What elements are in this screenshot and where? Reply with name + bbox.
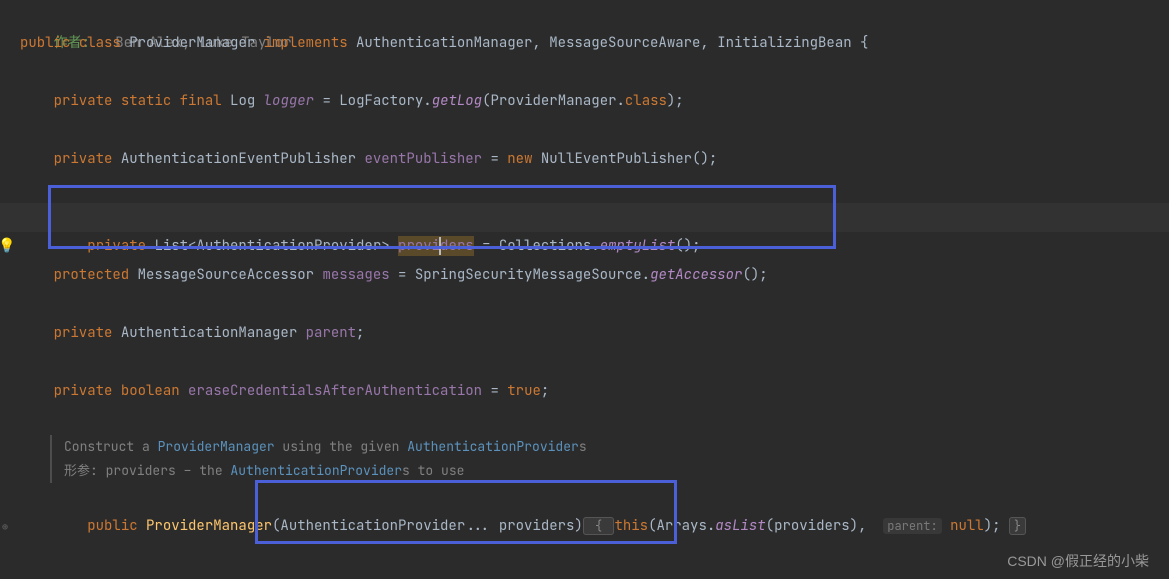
blank-line [0, 232, 1169, 261]
event-publisher-field: private AuthenticationEventPublisher eve… [0, 145, 1169, 174]
doc-line-1: Construct a ProviderManager using the gi… [64, 435, 1169, 459]
watermark: CSDN @假正经的小柴 [1007, 551, 1149, 571]
blank-line [0, 348, 1169, 377]
parent-field: private AuthenticationManager parent; [0, 319, 1169, 348]
blank-line [0, 174, 1169, 203]
fold-brace-open[interactable]: { [583, 517, 615, 535]
blank-line [0, 116, 1169, 145]
doc-line-2: 形参: providers – the AuthenticationProvid… [64, 459, 1169, 483]
class-declaration: public class ProviderManager implements … [0, 29, 1169, 58]
logger-field: private static final Log logger = LogFac… [0, 87, 1169, 116]
fold-brace-close[interactable]: } [1009, 517, 1026, 535]
blank-line [0, 290, 1169, 319]
authors-line: 作者: Ben Alex, Luke Taylor [0, 0, 1169, 29]
blank-line [0, 58, 1169, 87]
code-editor[interactable]: 作者: Ben Alex, Luke Taylor public class P… [0, 0, 1169, 512]
javadoc-block: Construct a ProviderManager using the gi… [50, 435, 1169, 483]
fold-icon[interactable]: ⊕ [2, 512, 8, 541]
erase-credentials-field: private boolean eraseCredentialsAfterAut… [0, 377, 1169, 406]
parameter-hint: parent: [883, 518, 941, 534]
blank-line [0, 406, 1169, 435]
messages-field: protected MessageSourceAccessor messages… [0, 261, 1169, 290]
providers-field: 💡 private List<AuthenticationProvider> p… [0, 203, 1169, 232]
constructor-line: ⊕ public ProviderManager(AuthenticationP… [0, 483, 1169, 512]
